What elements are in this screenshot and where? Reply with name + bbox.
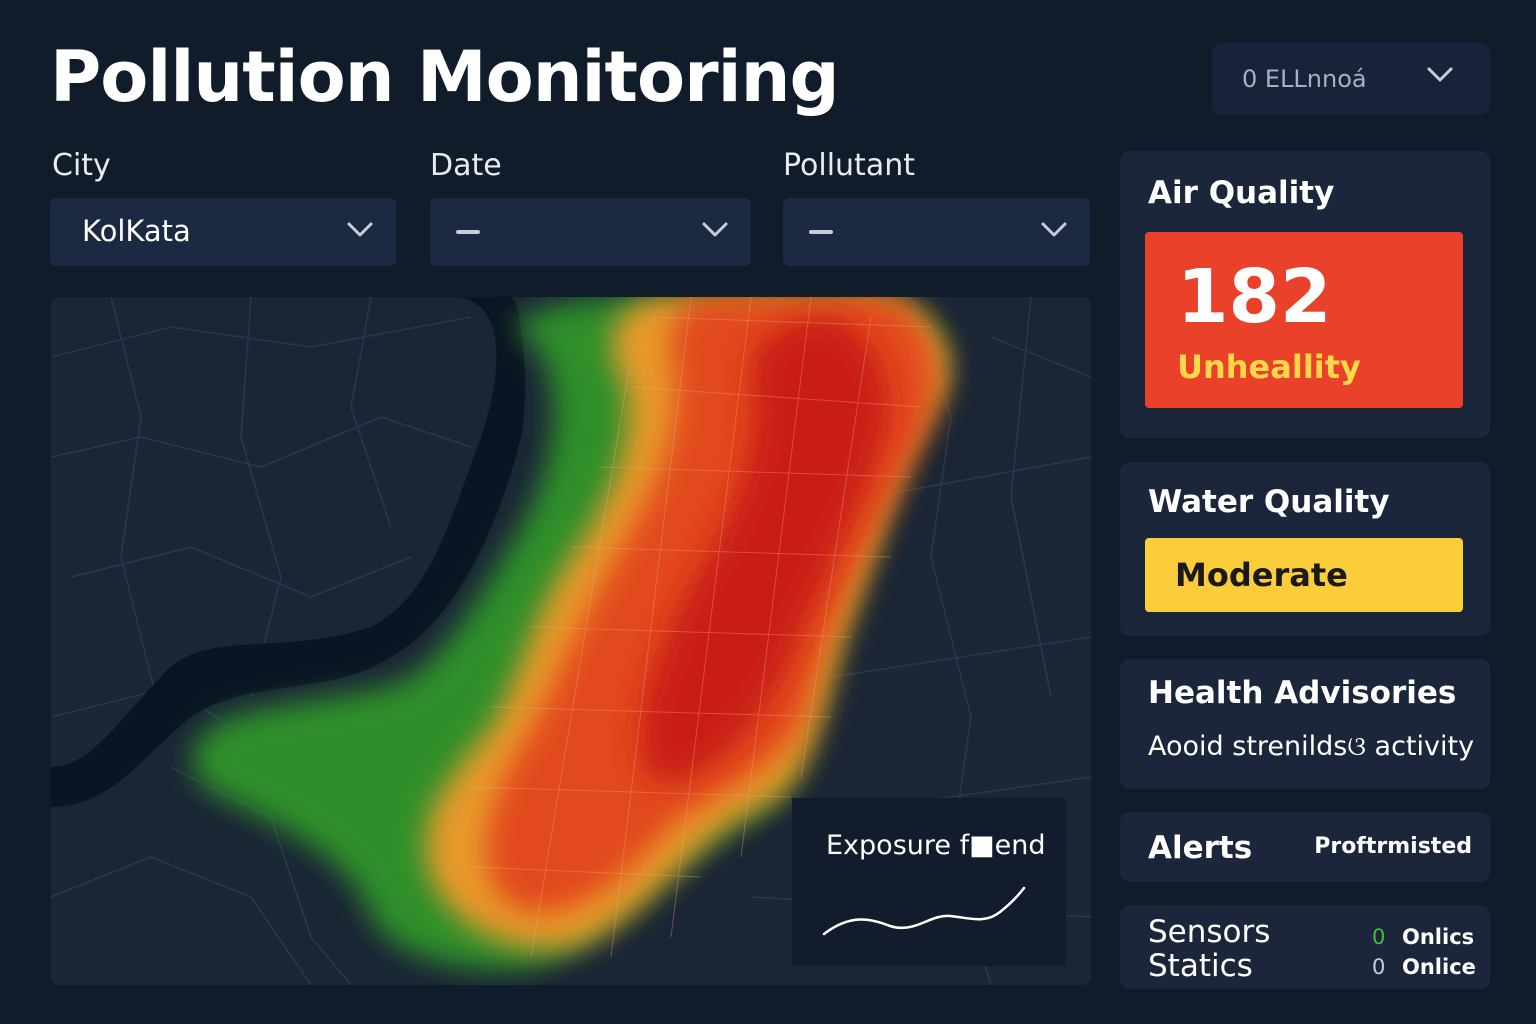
- sensors-card[interactable]: Sensors Statics 0 Onlics 0 Onlice: [1120, 905, 1490, 989]
- health-advisory-text: Aooid strenildsଓ activity: [1148, 731, 1475, 762]
- sensor-count: 0: [1372, 955, 1386, 979]
- date-select[interactable]: –: [430, 198, 751, 266]
- alerts-status: Proftrmisted: [1314, 834, 1472, 859]
- city-select-value: KolKata: [82, 214, 191, 248]
- city-label: City: [52, 148, 111, 183]
- pollution-heatmap[interactable]: Exposure f■end: [51, 297, 1091, 985]
- sensor-row: 0 Onlics: [1372, 925, 1474, 949]
- dash-icon: [456, 230, 480, 234]
- account-select-value: 0 ELLnnoá: [1242, 65, 1367, 93]
- air-quality-card[interactable]: Air Quality 182 Unheallity: [1120, 151, 1490, 438]
- dash-icon: [809, 230, 833, 234]
- chevron-down-icon: [1040, 220, 1068, 244]
- alerts-card[interactable]: Alerts Proftrmisted: [1120, 812, 1490, 882]
- alerts-title: Alerts: [1148, 830, 1253, 866]
- health-advisories-card[interactable]: Health Advisories Aooid strenildsଓ activ…: [1120, 659, 1490, 789]
- chevron-down-icon: [1426, 65, 1454, 89]
- health-advisories-title: Health Advisories: [1148, 675, 1457, 711]
- sensors-title-line1: Sensors: [1148, 914, 1271, 950]
- sensor-row: 0 Onlice: [1372, 955, 1476, 979]
- sensor-label: Onlice: [1402, 955, 1476, 979]
- aqi-box: 182 Unheallity: [1145, 232, 1463, 408]
- chevron-down-icon: [701, 220, 729, 244]
- pollutant-label: Pollutant: [783, 148, 915, 183]
- account-select[interactable]: 0 ELLnnoá: [1212, 43, 1490, 115]
- date-label: Date: [430, 148, 502, 183]
- air-quality-title: Air Quality: [1148, 175, 1335, 211]
- sensor-label: Onlics: [1402, 925, 1475, 949]
- exposure-trend-panel[interactable]: Exposure f■end: [792, 798, 1066, 966]
- water-quality-status-box: Moderate: [1145, 538, 1463, 612]
- aqi-status: Unheallity: [1177, 348, 1361, 386]
- water-quality-title: Water Quality: [1148, 484, 1390, 520]
- sensors-title-line2: Statics: [1148, 948, 1253, 984]
- water-quality-card[interactable]: Water Quality Moderate: [1120, 462, 1490, 636]
- sensor-count: 0: [1372, 925, 1386, 949]
- pollutant-select[interactable]: –: [783, 198, 1090, 266]
- city-select[interactable]: KolKata: [50, 198, 396, 266]
- aqi-value: 182: [1177, 254, 1332, 340]
- water-quality-status: Moderate: [1175, 556, 1348, 594]
- trend-line-icon: [822, 886, 1026, 936]
- chevron-down-icon: [346, 220, 374, 244]
- exposure-trend-label: Exposure f■end: [826, 830, 1046, 861]
- page-title: Pollution Monitoring: [50, 36, 840, 118]
